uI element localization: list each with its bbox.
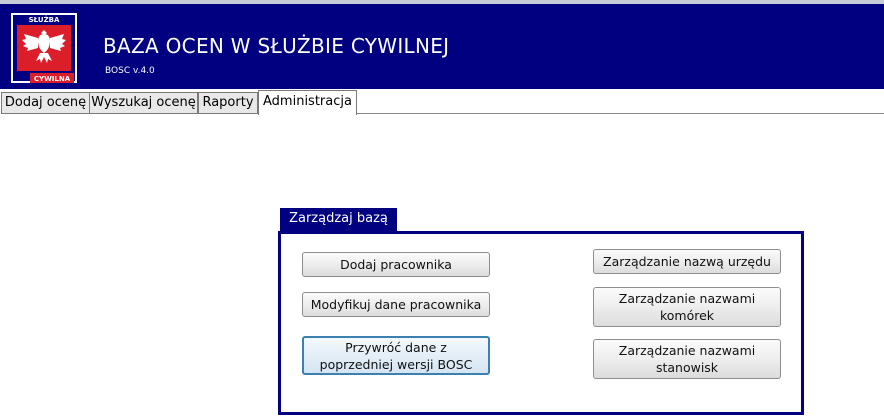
zarzadzanie-nazwami-stanowisk-button[interactable]: Zarządzanie nazwami stanowisk (593, 339, 781, 379)
group-title-tab: Zarządzaj bazą (280, 208, 397, 232)
app-version: BOSC v.4.0 (105, 66, 155, 76)
tab-raporty[interactable]: Raporty (198, 92, 258, 114)
dodaj-pracownika-button[interactable]: Dodaj pracownika (302, 252, 490, 277)
tab-administracja[interactable]: Administracja (258, 90, 357, 115)
application-window: SŁUŻBA CYWILNA BAZA OCEN W SŁUŻBIE CYWIL… (0, 0, 884, 420)
app-header: SŁUŻBA CYWILNA BAZA OCEN W SŁUŻBIE CYWIL… (0, 4, 884, 89)
modyfikuj-dane-pracownika-button[interactable]: Modyfikuj dane pracownika (302, 292, 490, 317)
zarzadzanie-nazwa-urzedu-button[interactable]: Zarządzanie nazwą urzędu (593, 249, 781, 274)
tab-dodaj-ocene[interactable]: Dodaj ocenę (1, 92, 90, 114)
tab-wyszukaj-ocene[interactable]: Wyszukaj ocenę (89, 92, 198, 114)
przywroc-dane-button[interactable]: Przywróć dane z poprzedniej wersji BOSC (302, 336, 490, 375)
sluzba-cywilna-eagle-logo-icon: SŁUŻBA CYWILNA (10, 12, 78, 84)
tab-bar-baseline (356, 113, 884, 114)
logo-bottom-text: CYWILNA (34, 75, 71, 83)
logo-top-text: SŁUŻBA (29, 15, 60, 24)
zarzadzanie-nazwami-komorek-button[interactable]: Zarządzanie nazwami komórek (593, 287, 781, 327)
app-title: BAZA OCEN W SŁUŻBIE CYWILNEJ (103, 34, 450, 58)
